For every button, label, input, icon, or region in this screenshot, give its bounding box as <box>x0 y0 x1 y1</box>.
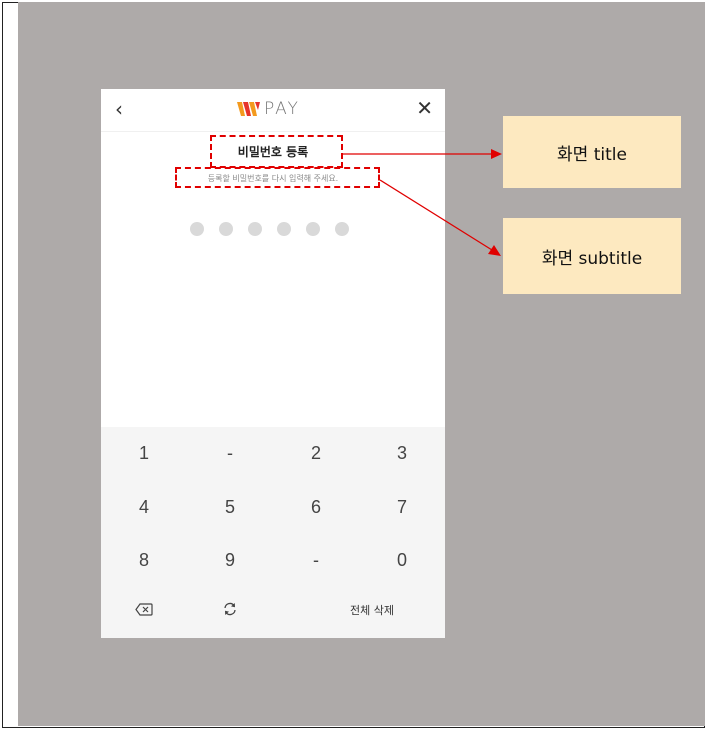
annotation-arrows <box>343 149 502 256</box>
title-callout: 화면 title <box>503 116 681 188</box>
subtitle-callout: 화면 subtitle <box>503 218 681 294</box>
